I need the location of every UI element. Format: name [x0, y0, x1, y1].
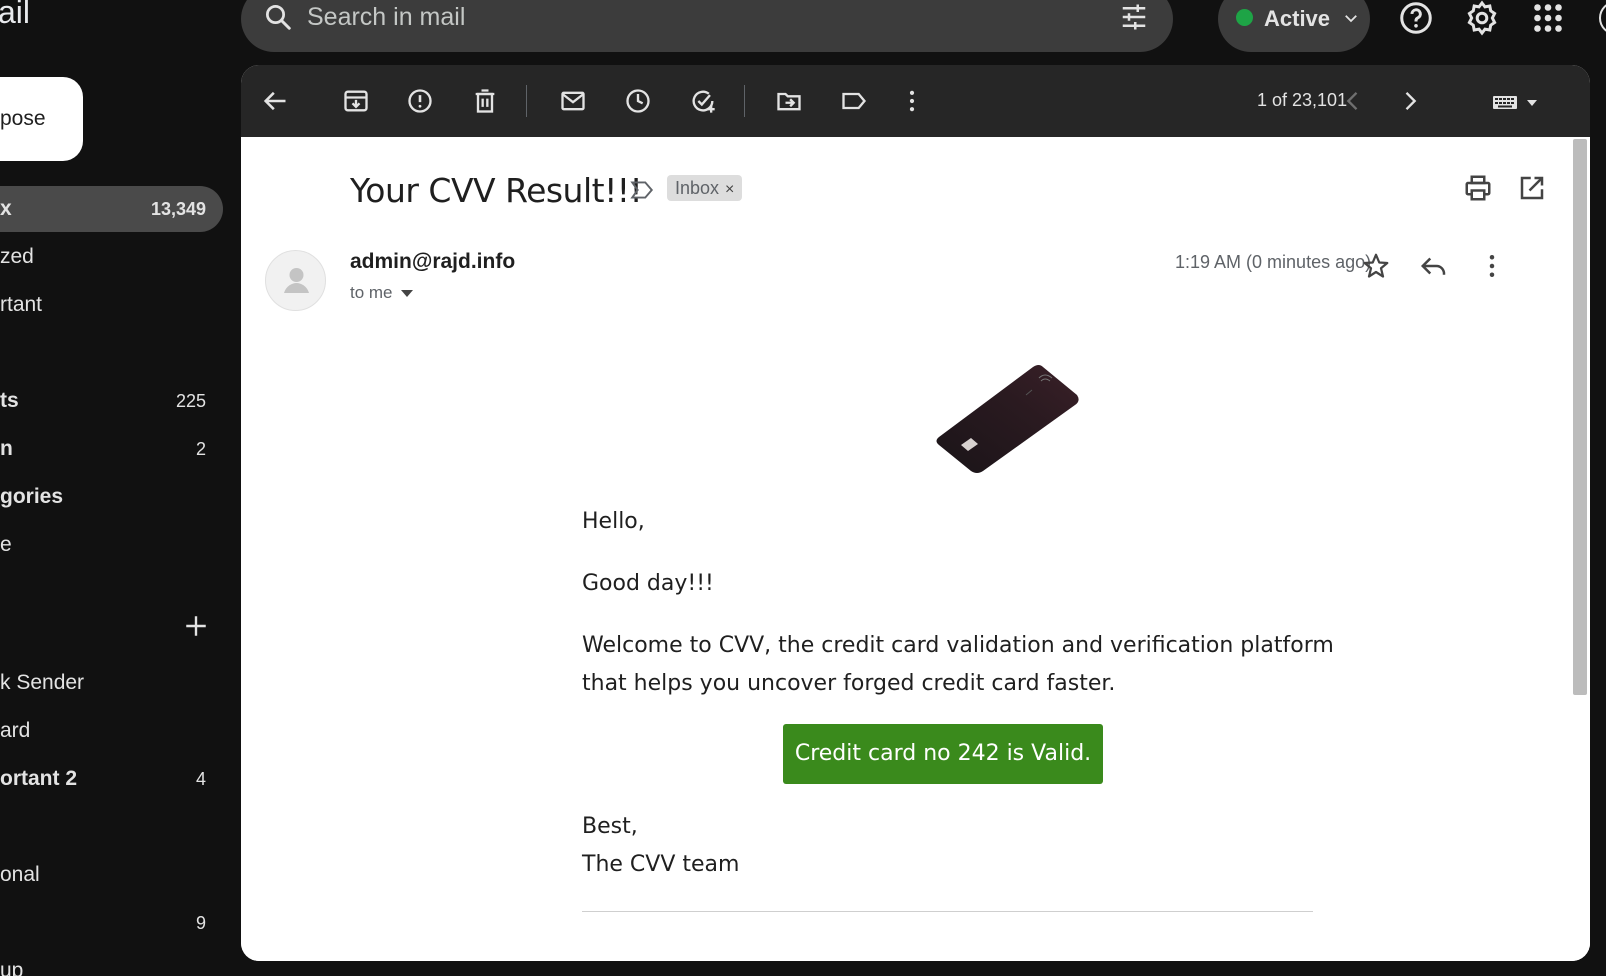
pagination-count: 1 of 23,101 — [1257, 90, 1348, 110]
chip-remove-button[interactable]: × — [725, 181, 734, 198]
print-icon[interactable] — [1463, 173, 1493, 203]
sidebar-label-card[interactable]: ard — [0, 708, 223, 754]
toolbar-divider — [744, 85, 745, 117]
status-label: Active — [1264, 6, 1331, 31]
sidebar-item-count: 225 — [175, 391, 206, 411]
move-to-folder-icon[interactable] — [775, 87, 803, 115]
snooze-clock-icon[interactable] — [624, 87, 652, 115]
status-selector[interactable]: Active — [1218, 0, 1370, 52]
more-options-icon[interactable] — [898, 87, 926, 115]
sidebar-item-label: ortant 2 — [0, 767, 78, 790]
scrollbar-thumb[interactable] — [1573, 139, 1587, 695]
sidebar-label-important-2[interactable]: ortant 2 4 — [0, 756, 223, 802]
sidebar-item-count: 9 — [195, 913, 206, 933]
sidebar-item-count: 2 — [195, 439, 206, 459]
recipient-label: to me — [350, 283, 393, 302]
report-spam-icon[interactable] — [406, 87, 434, 115]
account-avatar-edge[interactable] — [1594, 0, 1606, 36]
star-icon[interactable] — [1361, 251, 1391, 281]
mark-unread-mail-icon[interactable] — [559, 87, 587, 115]
sidebar-item-snoozed[interactable]: zed — [0, 234, 223, 280]
sender-avatar[interactable] — [265, 250, 326, 311]
message-subject: Your CVV Result!!! — [350, 171, 643, 210]
sidebar-item-inbox[interactable]: x 13,349 — [0, 186, 223, 232]
email-paragraph-line-2: that helps you uncover forged credit car… — [582, 671, 1116, 696]
search-icon[interactable] — [263, 2, 293, 32]
sidebar-label-personal[interactable]: onal — [0, 852, 223, 898]
create-label-plus-icon[interactable] — [183, 613, 209, 639]
default-person-icon — [284, 268, 309, 293]
message-panel: 1 of 23,101 Your CVV Result!!! Inbox × ad… — [241, 65, 1590, 961]
email-line-good-day: Good day!!! — [582, 571, 714, 596]
credit-card-image — [936, 365, 1079, 473]
delete-trash-icon[interactable] — [471, 87, 499, 115]
sidebar-item-label: k Sender — [0, 671, 85, 694]
sidebar-item-label: x — [0, 197, 12, 220]
sender-email[interactable]: admin@rajd.info — [350, 250, 515, 274]
sidebar-item-label: e — [0, 533, 12, 556]
archive-icon[interactable] — [342, 87, 370, 115]
search-bar[interactable]: Search in mail — [241, 0, 1173, 52]
importance-marker-icon[interactable] — [629, 177, 655, 203]
sidebar-item-label: ts — [0, 389, 19, 412]
settings-gear-icon[interactable] — [1464, 0, 1500, 36]
open-in-new-window-icon[interactable] — [1517, 173, 1547, 203]
sidebar-item-more[interactable]: e — [0, 522, 223, 568]
sidebar-item-spam[interactable]: n 2 — [0, 426, 223, 472]
content-scrollbar[interactable] — [1570, 137, 1590, 961]
sidebar-item-label: n — [0, 437, 13, 460]
sidebar-label-sender[interactable]: k Sender — [0, 660, 223, 706]
search-input[interactable]: Search in mail — [307, 3, 465, 32]
add-to-tasks-icon[interactable] — [689, 87, 717, 115]
sidebar-item-drafts[interactable]: ts 225 — [0, 378, 223, 424]
sidebar-item-label: ard — [0, 719, 31, 742]
email-signoff: Best, — [582, 814, 638, 839]
gmail-window: ail Search in mail Active pose x 13,349 … — [0, 0, 1606, 976]
recipient-details[interactable]: to me — [350, 283, 413, 303]
search-options-icon[interactable] — [1119, 2, 1149, 32]
sidebar-item-label: rtant — [0, 293, 43, 316]
label-tag-icon[interactable] — [840, 87, 868, 115]
app-logo-text[interactable]: ail — [0, 0, 30, 31]
sidebar-item-count: 13,349 — [150, 199, 206, 219]
sidebar-item-categories[interactable]: gories — [0, 474, 223, 520]
compose-label: pose — [0, 107, 46, 130]
message-timestamp: 1:19 AM (0 minutes ago) — [1175, 252, 1372, 272]
active-status-icon — [1236, 9, 1253, 26]
sidebar-item-label: up — [0, 959, 24, 976]
chevron-left-icon[interactable] — [1339, 87, 1367, 115]
chevron-right-icon[interactable] — [1396, 87, 1424, 115]
sidebar-label-group[interactable]: up — [0, 948, 223, 976]
sidebar-item-label: gories — [0, 485, 64, 508]
email-paragraph-line-1: Welcome to CVV, the credit card validati… — [582, 633, 1334, 658]
sidebar-item-count: 4 — [195, 769, 206, 789]
help-icon[interactable] — [1398, 0, 1434, 36]
sidebar-item-label: onal — [0, 863, 40, 886]
email-greeting: Hello, — [582, 509, 645, 534]
toolbar-divider — [526, 85, 527, 117]
sidebar-item-label: zed — [0, 245, 34, 268]
message-toolbar: 1 of 23,101 — [241, 65, 1590, 137]
more-vert-icon[interactable] — [1477, 251, 1507, 281]
input-tools-keyboard-icon[interactable] — [1491, 89, 1543, 115]
caret-down-icon[interactable] — [400, 290, 413, 298]
email-divider — [582, 911, 1313, 912]
chevron-down-icon — [1345, 15, 1357, 23]
compose-button[interactable]: pose — [0, 77, 83, 161]
chip-label: Inbox — [675, 178, 720, 198]
apps-grid-icon[interactable] — [1530, 0, 1566, 36]
email-signature: The CVV team — [582, 852, 740, 877]
credit-card-valid-button[interactable]: Credit card no 242 is Valid. — [783, 724, 1103, 784]
message-content: Your CVV Result!!! Inbox × admin@rajd.inf… — [241, 137, 1590, 961]
reply-icon[interactable] — [1419, 251, 1449, 281]
sidebar-label-unnamed[interactable]: 9 — [0, 900, 223, 946]
inbox-label-chip: Inbox × — [667, 175, 743, 201]
back-arrow-icon[interactable] — [261, 87, 289, 115]
sidebar-item-important[interactable]: rtant — [0, 282, 223, 328]
